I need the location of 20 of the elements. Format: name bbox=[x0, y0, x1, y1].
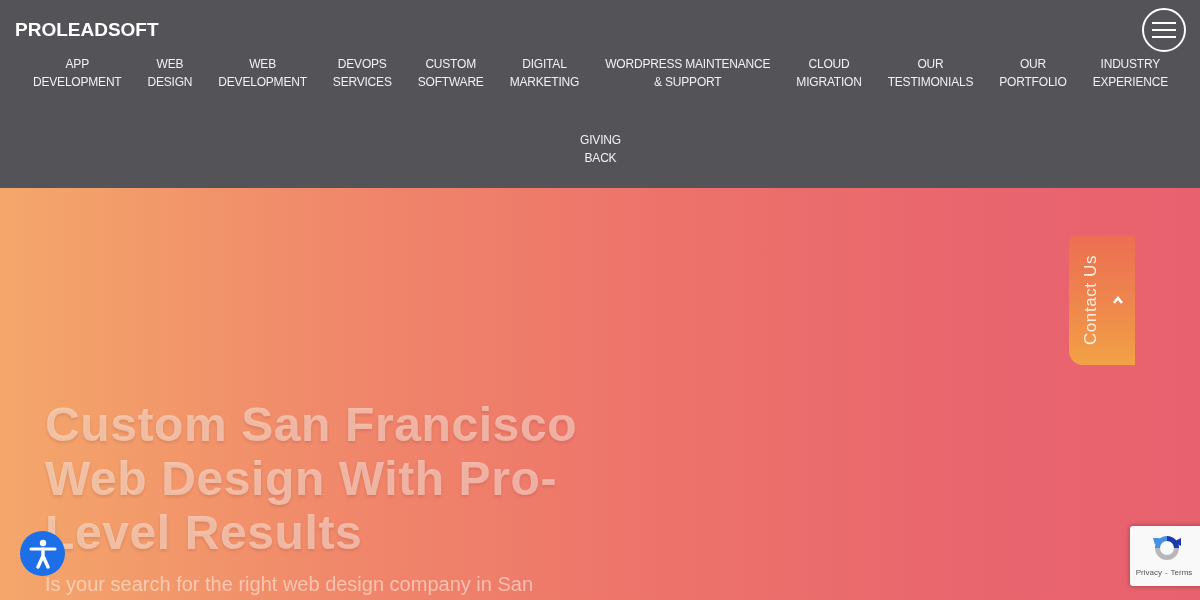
nav-link[interactable]: GIVING BACK bbox=[580, 131, 621, 167]
nav-link[interactable]: WEB DESIGN bbox=[147, 55, 193, 91]
hero-paragraph: Is your search for the right web design company in San bbox=[45, 572, 534, 597]
nav-link[interactable]: DIGITAL MARKETING bbox=[509, 55, 580, 91]
nav-link[interactable]: INDUSTRY EXPERIENCE bbox=[1092, 55, 1168, 91]
chevron-icon bbox=[1113, 296, 1123, 304]
link-separator: - bbox=[1164, 568, 1168, 577]
menu-icon bbox=[1152, 21, 1176, 39]
logo-text[interactable]: PROLEADSOFT bbox=[15, 19, 159, 41]
nav-link[interactable]: APP DEVELOPMENT bbox=[33, 55, 122, 91]
nav-link[interactable]: OUR PORTFOLIO bbox=[999, 55, 1067, 91]
nav-link[interactable]: CLOUD MIGRATION bbox=[796, 55, 862, 91]
nav-link[interactable]: CUSTOM SOFTWARE bbox=[417, 55, 484, 91]
nav-link[interactable]: WORDPRESS MAINTENANCE & SUPPORT bbox=[605, 55, 771, 91]
nav-link[interactable]: DEVOPS SERVICES bbox=[332, 55, 392, 91]
terms-link[interactable]: Terms bbox=[1170, 568, 1193, 577]
nav-link[interactable]: WEB DEVELOPMENT bbox=[218, 55, 307, 91]
nav-link[interactable]: OUR TESTIMONIALS bbox=[887, 55, 974, 91]
menu-button[interactable] bbox=[1142, 8, 1186, 52]
privacy-link[interactable]: Privacy bbox=[1135, 568, 1162, 577]
